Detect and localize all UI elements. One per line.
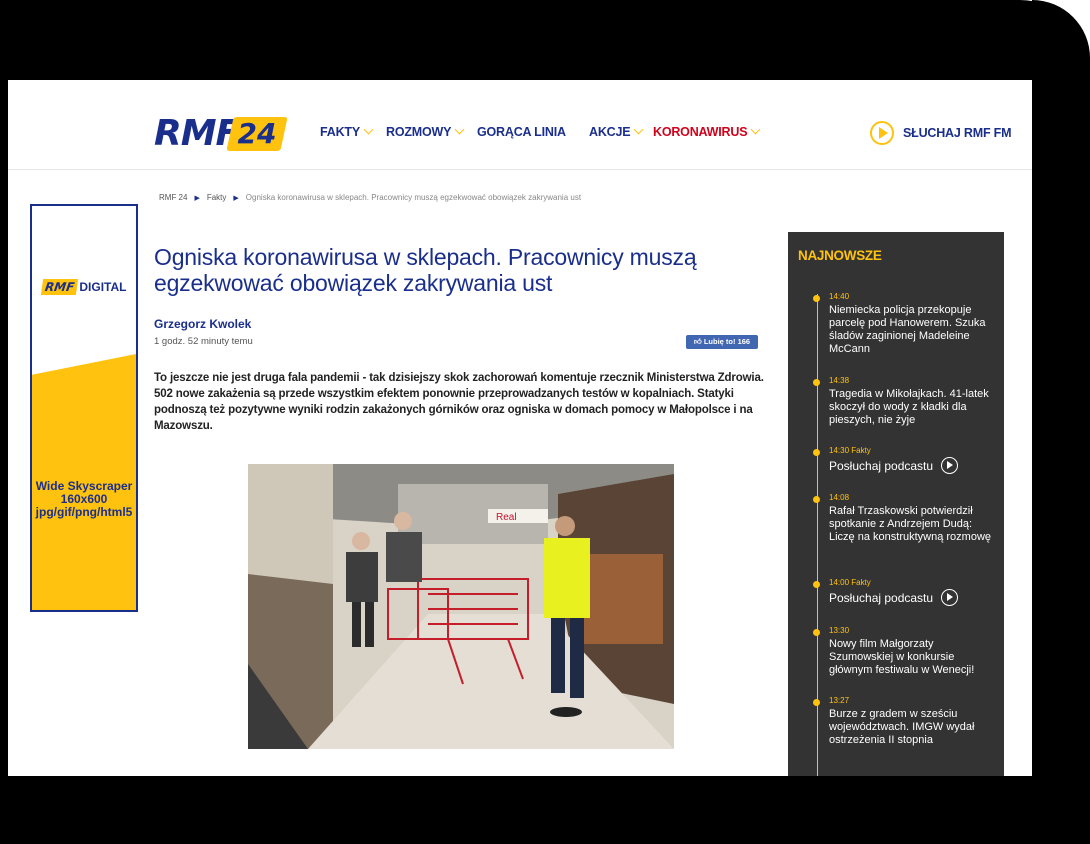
news-headline[interactable]: Rafał Trzaskowski potwierdził spotkanie … xyxy=(829,505,993,544)
play-icon xyxy=(941,589,959,606)
ad-skyscraper[interactable]: RMF DIGITAL Wide Skyscraper 160x600 jpg/g… xyxy=(30,204,138,612)
nav-koronawirus[interactable]: KORONAWIRUS xyxy=(653,124,761,139)
logo-number: 24 xyxy=(237,117,277,150)
breadcrumb-separator-icon: ▶ xyxy=(194,195,200,202)
photo-store-sign: Real xyxy=(496,512,517,523)
timeline-dot xyxy=(813,449,820,456)
podcast-link[interactable]: Posłuchaj podcastu xyxy=(829,589,959,606)
nav-akcje[interactable]: AKCJE xyxy=(589,124,644,139)
sidebar-title: NAJNOWSZE xyxy=(798,248,882,263)
nav-koronawirus-label: KORONAWIRUS xyxy=(653,125,748,139)
nav-fakty[interactable]: FAKTY xyxy=(320,124,374,139)
timeline-dot xyxy=(813,581,820,588)
chevron-down-icon xyxy=(363,124,374,135)
podcast-label: Posłuchaj podcastu xyxy=(829,458,934,473)
facebook-like-button[interactable]: 👍︎ Lubię to! 166 xyxy=(686,335,758,349)
nav-goraca-linia[interactable]: GORĄCA LINIA xyxy=(477,125,566,139)
breadcrumb: RMF 24 ▶ Fakty ▶ Ogniska koronawirusa w skle… xyxy=(159,193,581,202)
rmf-digital-logo: RMF DIGITAL xyxy=(40,278,127,296)
news-headline[interactable]: Niemiecka policja przekopuje parcelę pod… xyxy=(829,304,993,356)
news-time: 13:30 xyxy=(829,626,850,635)
news-headline[interactable]: Tragedia w Mikołajkach. 41-latek skoczył… xyxy=(829,388,993,427)
listen-label: SŁUCHAJ RMF FM xyxy=(903,126,1012,140)
logo-number-badge: 24 xyxy=(226,117,288,151)
play-icon xyxy=(941,457,959,474)
device-frame-bottom xyxy=(0,776,1090,844)
chevron-down-icon xyxy=(750,124,761,135)
article-photo[interactable]: Real xyxy=(248,464,674,749)
breadcrumb-home[interactable]: RMF 24 xyxy=(159,193,187,202)
timeline-dot xyxy=(813,629,820,636)
news-time: 14:30 Fakty xyxy=(829,446,871,455)
news-time: 13:27 xyxy=(829,696,850,705)
breadcrumb-fakty[interactable]: Fakty xyxy=(207,193,227,202)
breadcrumb-current: Ogniska koronawirusa w sklepach. Pracown… xyxy=(245,193,582,202)
timeline-dot xyxy=(813,379,820,386)
browser-screen: RMF 24 FAKTY ROZMOWY GORĄCA LINIA AKCJE … xyxy=(8,80,1032,776)
photo-illustration: Real xyxy=(248,464,674,749)
chevron-down-icon xyxy=(633,124,644,135)
news-headline[interactable]: Nowy film Małgorzaty Szumowskiej w konku… xyxy=(829,638,993,677)
timeline-dot xyxy=(813,295,820,302)
article-author[interactable]: Grzegorz Kwolek xyxy=(154,317,251,331)
device-frame-left xyxy=(0,0,8,844)
thumbs-up-icon: 👍︎ xyxy=(693,337,704,346)
device-frame-right xyxy=(1032,0,1090,844)
like-label: Lubię to! 166 xyxy=(703,337,751,346)
device-frame-top xyxy=(0,0,1090,80)
news-time: 14:08 xyxy=(829,493,850,502)
timeline-dot xyxy=(813,699,820,706)
play-icon xyxy=(870,121,894,145)
nav-fakty-label: FAKTY xyxy=(320,125,360,139)
ad-logo-digital: DIGITAL xyxy=(79,280,127,294)
site-header: RMF 24 FAKTY ROZMOWY GORĄCA LINIA AKCJE … xyxy=(8,80,1032,170)
breadcrumb-separator-icon: ▶ xyxy=(233,195,239,202)
article-time: 1 godz. 52 minuty temu xyxy=(154,336,253,347)
article-lead: To jeszcze nie jest druga fala pandemii … xyxy=(154,372,764,432)
listen-rmf-fm-button[interactable]: SŁUCHAJ RMF FM xyxy=(870,121,1012,145)
nav-rozmowy[interactable]: ROZMOWY xyxy=(386,124,465,139)
latest-news-sidebar: NAJNOWSZE 14:40 Niemiecka policja przeko… xyxy=(788,232,1004,776)
ad-logo-rmf: RMF xyxy=(40,279,79,295)
chevron-down-icon xyxy=(454,124,465,135)
nav-rozmowy-label: ROZMOWY xyxy=(386,125,452,139)
podcast-label: Posłuchaj podcastu xyxy=(829,590,934,605)
news-time: 14:40 xyxy=(829,292,850,301)
nav-goraca-linia-label: GORĄCA LINIA xyxy=(477,125,566,139)
news-headline[interactable]: Burze z gradem w sześciu województwach. … xyxy=(829,708,993,747)
timeline-dot xyxy=(813,496,820,503)
news-time: 14:38 xyxy=(829,376,850,385)
ad-placeholder-text: Wide Skyscraper 160x600 jpg/gif/png/html… xyxy=(35,479,133,519)
news-time: 14:00 Fakty xyxy=(829,578,871,587)
nav-akcje-label: AKCJE xyxy=(589,125,631,139)
rmf24-logo[interactable]: RMF 24 xyxy=(154,114,288,154)
article-title: Ogniska koronawirusa w sklepach. Pracown… xyxy=(154,244,697,296)
podcast-link[interactable]: Posłuchaj podcastu xyxy=(829,457,959,474)
